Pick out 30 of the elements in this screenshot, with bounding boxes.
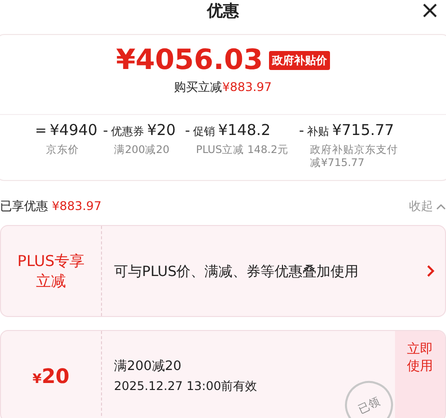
- item-label: 优惠券: [111, 124, 144, 139]
- use-now-button[interactable]: 立即使用: [395, 331, 445, 418]
- item-note: 政府补贴京东支付减¥715.77: [309, 144, 399, 170]
- promo-description: 可与PLUS价、满减、券等优惠叠加使用: [114, 264, 359, 280]
- enjoyed-discount: 已享优惠 ¥883.97: [0, 198, 102, 214]
- coupon-validity: 2025.12.27 13:00前有效: [114, 378, 258, 395]
- item-amount: ¥20: [147, 121, 176, 139]
- saving-text: 购买立减¥883.97: [173, 79, 273, 96]
- operator-sign: -: [185, 123, 190, 139]
- subsidy-badge: 政府补贴价: [269, 50, 330, 70]
- item-note: 京东价: [45, 144, 80, 157]
- coupon-condition: 满200减20: [114, 358, 182, 375]
- chevron-right-icon: [426, 264, 435, 278]
- item-amount: ¥4940: [50, 121, 98, 139]
- dialog-title: 优惠: [207, 0, 239, 22]
- promo-title: PLUS专享立减: [16, 251, 86, 291]
- item-label: 促销: [193, 124, 216, 139]
- item-amount: ¥148.2: [218, 121, 271, 139]
- close-button[interactable]: ×: [416, 0, 444, 22]
- operator-sign: -: [103, 123, 108, 139]
- item-amount: ¥715.77: [332, 121, 394, 139]
- chevron-up-icon: [436, 202, 446, 210]
- item-label: 补贴: [307, 124, 330, 139]
- item-note: PLUS立减 148.2元: [195, 144, 290, 157]
- coupon-value: ¥20: [32, 364, 70, 388]
- operator-sign: -: [299, 123, 304, 139]
- promo-card[interactable]: PLUS专享立减 可与PLUS价、满减、券等优惠叠加使用: [0, 225, 446, 317]
- item-note: 满200减20: [113, 144, 170, 157]
- final-price: ¥4056.03: [116, 43, 263, 77]
- operator-sign: =: [35, 123, 47, 139]
